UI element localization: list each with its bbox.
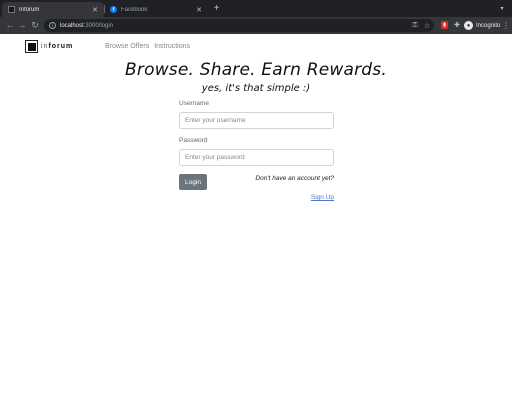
reload-icon[interactable]: ↻	[29, 19, 41, 31]
password-label: Password	[179, 137, 208, 144]
site-logo[interactable]: inforum	[25, 40, 73, 53]
logo-mark-icon	[25, 40, 38, 53]
signup-link[interactable]: Sign Up	[311, 194, 334, 201]
facebook-favicon-icon: f	[110, 6, 117, 13]
tab-search-icon[interactable]: ▾	[497, 3, 507, 13]
site-info-icon[interactable]: i	[49, 22, 56, 29]
close-tab-icon[interactable]: ✕	[196, 6, 202, 14]
extensions-puzzle-icon[interactable]: ✚	[452, 20, 462, 30]
menu-kebab-icon[interactable]: ⋮	[502, 19, 510, 32]
signup-prompt: Don't have an account yet?	[255, 175, 334, 182]
login-button[interactable]: Login	[179, 174, 207, 190]
username-input[interactable]: Enter your username	[179, 112, 334, 129]
url-path: :3000/login	[83, 22, 114, 29]
inforum-favicon-icon	[8, 6, 15, 13]
back-arrow-icon[interactable]: ←	[4, 19, 16, 31]
tab-inforum[interactable]: Inforum ✕	[2, 2, 104, 17]
key-icon[interactable]: ⚿	[410, 19, 420, 32]
password-input[interactable]: Enter your password	[179, 149, 334, 166]
logo-text: inforum	[41, 43, 74, 50]
nav-browse-offers[interactable]: Browse Offers	[105, 43, 149, 50]
incognito-icon: ●	[464, 21, 473, 30]
browser-toolbar: ← → ↻ i localhost:3000/login ⚿ ☆ ▮ ✚ ● I…	[0, 17, 512, 34]
page-subheadline: yes, it's that simple :)	[201, 83, 311, 94]
new-tab-button[interactable]: +	[210, 2, 223, 15]
incognito-profile[interactable]: ● Incognito	[464, 19, 500, 32]
profile-label: Incognito	[476, 22, 501, 29]
extension-red-icon[interactable]: ▮	[441, 21, 448, 29]
main-nav: Browse Offers Instructions	[105, 43, 190, 50]
tab-strip: Inforum ✕ f Facebook ✕ + ▾	[0, 0, 512, 17]
nav-instructions[interactable]: Instructions	[154, 43, 190, 50]
tab-title: Facebook	[121, 6, 148, 13]
login-form: Username Enter your username Password En…	[179, 100, 334, 208]
username-label: Username	[179, 100, 209, 107]
page-headline: Browse. Share. Earn Rewards.	[125, 60, 387, 80]
bookmark-star-icon[interactable]: ☆	[422, 19, 432, 32]
tab-facebook[interactable]: f Facebook ✕	[104, 2, 208, 17]
close-tab-icon[interactable]: ✕	[92, 6, 98, 14]
address-bar[interactable]: i localhost:3000/login ⚿ ☆	[44, 19, 434, 32]
tab-title: Inforum	[19, 6, 40, 13]
url-host: localhost	[60, 22, 84, 29]
forward-arrow-icon[interactable]: →	[16, 19, 28, 31]
